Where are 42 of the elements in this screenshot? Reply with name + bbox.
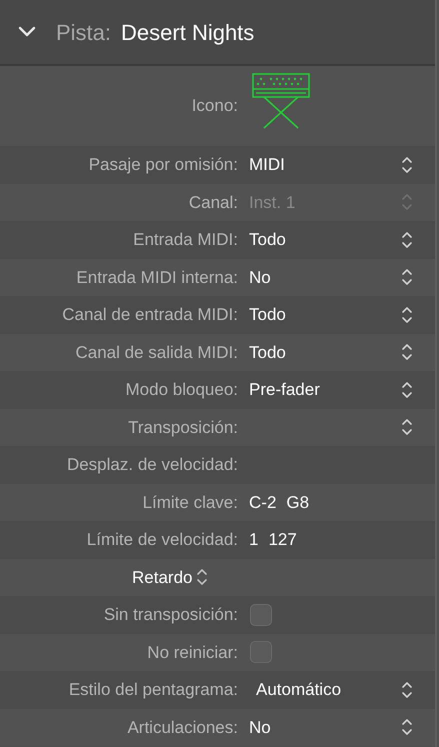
field-label: Entrada MIDI:: [133, 229, 238, 251]
field-label: Canal de salida MIDI:: [75, 342, 238, 364]
stepper-icon: [401, 717, 413, 738]
section-label: Pista:: [56, 18, 112, 46]
disclosure-chevron-icon[interactable]: [18, 26, 36, 38]
field-label: Modo bloqueo:: [126, 379, 238, 401]
delay-menu-button[interactable]: Retardo: [132, 564, 208, 590]
popup-menu[interactable]: MIDI: [249, 152, 413, 178]
track-name: Desert Nights: [121, 18, 254, 47]
popup-menu[interactable]: Pre-fader: [249, 377, 413, 402]
stepper-icon: [401, 680, 413, 700]
stepper-icon: [401, 417, 413, 438]
field-label: Desplaz. de velocidad:: [66, 454, 238, 476]
field-label: Canal de entrada MIDI:: [62, 304, 238, 326]
stepper-icon: [196, 567, 208, 588]
popup-menu[interactable]: No: [249, 264, 413, 290]
checkbox[interactable]: [250, 604, 272, 626]
checkbox[interactable]: [250, 641, 272, 664]
field-label: Estilo del pentagrama:: [68, 679, 238, 701]
field-label: Articulaciones:: [127, 716, 238, 738]
popup-menu[interactable]: No: [249, 714, 413, 740]
stepper-icon: [401, 192, 413, 212]
field-label: Límite clave:: [142, 492, 238, 514]
stepper-icon: [401, 304, 413, 325]
stepper-icon: [401, 342, 413, 362]
popup-menu[interactable]: Todo: [249, 340, 413, 365]
field-label: Límite de velocidad:: [86, 529, 238, 551]
field-label: Sin transposición:: [104, 604, 238, 626]
popup-menu[interactable]: Todo: [249, 302, 413, 328]
field-label: Icono:: [192, 95, 238, 118]
stepper-icon: [401, 154, 413, 175]
popup-menu[interactable]: Automático: [249, 677, 413, 702]
field-label: Canal:: [188, 192, 238, 214]
stepper-icon: [401, 230, 413, 250]
field-label: Pasaje por omisión:: [88, 154, 238, 176]
field-label: Entrada MIDI interna:: [76, 266, 238, 288]
stepper-icon: [401, 380, 413, 400]
field-label: No reiniciar:: [147, 642, 238, 664]
keyboard-stand-icon[interactable]: [252, 73, 310, 129]
stepper-icon: [401, 267, 413, 288]
field-label: Transposición:: [128, 416, 238, 438]
popup-menu[interactable]: Todo: [249, 227, 413, 252]
